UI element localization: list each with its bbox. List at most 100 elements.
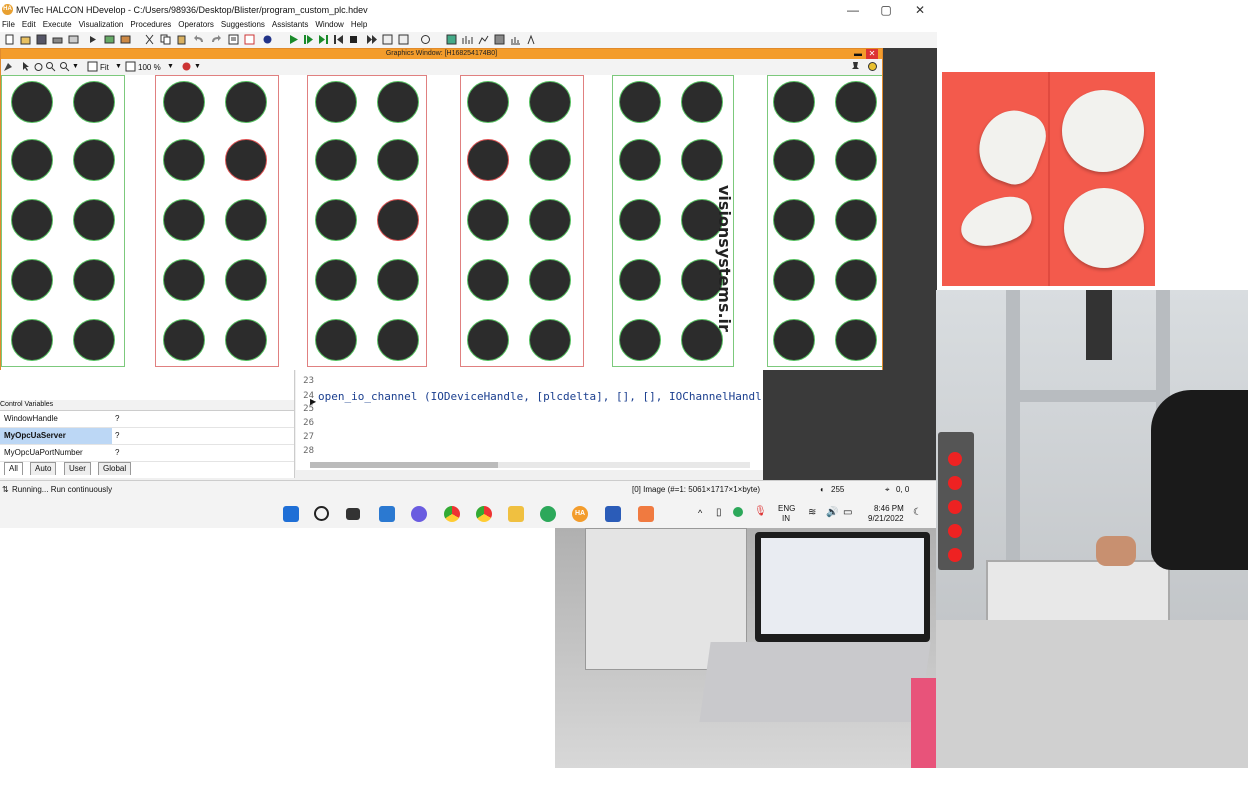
search-icon[interactable] [314, 506, 329, 521]
clock-date[interactable]: 9/21/2022 [868, 514, 904, 523]
night-mode-icon[interactable]: ☾ [913, 507, 922, 518]
step-icon[interactable] [318, 34, 329, 45]
media-app-icon[interactable] [638, 506, 654, 522]
tab-global[interactable]: Global [98, 462, 132, 475]
menu-procedures[interactable]: Procedures [130, 19, 171, 31]
menu-edit[interactable]: Edit [22, 19, 36, 31]
settings-icon[interactable] [867, 61, 878, 72]
microphone-icon[interactable]: 🎙 [754, 506, 767, 517]
step-out-icon[interactable] [398, 34, 409, 45]
step-into-icon[interactable] [104, 34, 115, 45]
code-line-24[interactable]: open_io_channel (IODeviceHandle, [plcdel… [318, 390, 762, 403]
chevron-up-icon[interactable]: ^ [698, 508, 702, 518]
menu-visualization[interactable]: Visualization [79, 19, 124, 31]
usb-icon[interactable]: ▯ [716, 507, 722, 518]
word-icon[interactable] [605, 506, 621, 522]
copy-icon[interactable] [160, 34, 171, 45]
menu-window[interactable]: Window [315, 19, 343, 31]
variable-row[interactable]: WindowHandle ? [0, 411, 294, 428]
step-over-icon[interactable] [88, 34, 99, 45]
widgets-icon[interactable] [379, 506, 395, 522]
menu-suggestions[interactable]: Suggestions [221, 19, 265, 31]
print-icon[interactable] [52, 34, 63, 45]
task-view-icon[interactable] [346, 508, 360, 520]
gray-histogram-icon[interactable] [494, 34, 505, 45]
paint-icon[interactable] [3, 61, 14, 72]
zoom-percent-label[interactable]: 100 % [138, 63, 161, 72]
step-back-icon[interactable] [333, 34, 344, 45]
delete-line-icon[interactable] [244, 34, 255, 45]
undo-icon[interactable] [194, 34, 205, 45]
chat-icon[interactable] [411, 506, 427, 522]
menu-file[interactable]: File [2, 19, 15, 31]
reset-icon[interactable] [366, 34, 377, 45]
run-icon[interactable] [288, 34, 299, 45]
open-file-icon[interactable] [20, 34, 31, 45]
run-to-icon[interactable] [303, 34, 314, 45]
histogram-icon[interactable] [462, 34, 473, 45]
timer-icon[interactable] [420, 34, 431, 45]
link-icon[interactable] [262, 34, 273, 45]
redo-icon[interactable] [210, 34, 221, 45]
clock-time[interactable]: 8:46 PM [874, 504, 904, 513]
graphics-window-icon[interactable] [446, 34, 457, 45]
pointer-icon[interactable] [21, 61, 32, 72]
halcon-taskbar-icon[interactable]: HA [572, 506, 588, 522]
program-editor[interactable]: 23 24 25 26 27 28 ▶ open_io_channel (IOD… [296, 370, 763, 470]
stop-icon[interactable] [348, 34, 359, 45]
menu-help[interactable]: Help [351, 19, 367, 31]
line-profile-icon[interactable] [478, 34, 489, 45]
fit-label[interactable]: Fit [100, 63, 109, 72]
menu-assistants[interactable]: Assistants [272, 19, 308, 31]
wifi-icon[interactable]: ≋ [808, 507, 816, 518]
plugin-icon[interactable] [120, 34, 131, 45]
feature-histogram-icon[interactable] [510, 34, 521, 45]
graphics-canvas[interactable]: visionsystems.ir [1, 75, 882, 370]
zoom-icon[interactable] [45, 61, 56, 72]
menu-operators[interactable]: Operators [178, 19, 214, 31]
battery-icon[interactable]: ▭ [843, 507, 852, 518]
chrome-profile-icon[interactable] [476, 506, 492, 522]
tab-all[interactable]: All [4, 462, 23, 475]
move-hand-icon[interactable] [33, 61, 44, 72]
export-icon[interactable] [68, 34, 79, 45]
variable-row[interactable]: MyOpcUaPortNumber ? [0, 445, 294, 462]
fit-icon[interactable] [87, 61, 98, 72]
tab-user[interactable]: User [64, 462, 91, 475]
graphics-window-close-icon[interactable]: ✕ [866, 49, 878, 59]
zoom-percent-chevron-icon[interactable]: ▼ [167, 63, 174, 70]
close-button[interactable]: ✕ [912, 2, 928, 18]
maximize-button[interactable]: ▢ [878, 2, 894, 18]
cut-icon[interactable] [144, 34, 155, 45]
file-explorer-icon[interactable] [508, 506, 524, 522]
fit-dropdown-chevron-icon[interactable]: ▼ [115, 63, 122, 70]
new-file-icon[interactable] [4, 34, 15, 45]
color-tools-chevron-icon[interactable]: ▼ [194, 63, 201, 70]
app-tray-icon[interactable] [733, 507, 743, 517]
line-number: 28 [303, 446, 314, 456]
editor-horizontal-scrollbar[interactable] [310, 462, 750, 468]
paste-icon[interactable] [176, 34, 187, 45]
language-top[interactable]: ENG [778, 504, 795, 513]
pin-icon[interactable] [850, 61, 861, 72]
graphics-window[interactable]: Graphics Window: [H168254174B0] ▬ ✕ ▼ Fi… [0, 48, 883, 370]
zoom-dropdown-icon[interactable] [59, 61, 70, 72]
menu-execute[interactable]: Execute [43, 19, 72, 31]
minimize-button[interactable]: — [845, 2, 861, 18]
chevron-down-icon[interactable]: ▼ [72, 63, 79, 70]
start-icon[interactable] [283, 506, 299, 522]
feature-inspection-icon[interactable] [526, 34, 537, 45]
save-icon[interactable] [36, 34, 47, 45]
variable-row[interactable]: MyOpcUaServer ? [0, 428, 294, 445]
excel-icon[interactable] [540, 506, 556, 522]
step-into-proc-icon[interactable] [382, 34, 393, 45]
graphics-window-minimize[interactable]: ▬ [854, 49, 862, 59]
chrome-icon[interactable] [444, 506, 460, 522]
zoom-percent-icon[interactable] [125, 61, 136, 72]
tab-auto[interactable]: Auto [30, 462, 57, 475]
color-tools-icon[interactable] [181, 61, 192, 72]
language-bottom[interactable]: IN [782, 514, 790, 523]
volume-icon[interactable]: 🔊 [826, 507, 838, 518]
insert-line-icon[interactable] [228, 34, 239, 45]
scrollbar-thumb[interactable] [310, 462, 498, 468]
